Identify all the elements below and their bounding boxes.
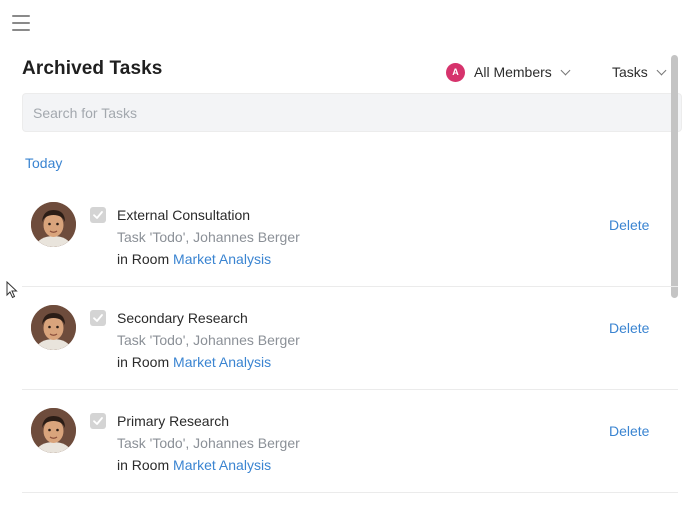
task-name: Primary Research	[117, 413, 230, 429]
task-checkbox[interactable]	[90, 413, 106, 429]
room-link[interactable]: Market Analysis	[173, 354, 271, 370]
type-filter-dropdown[interactable]: Tasks	[612, 62, 667, 82]
members-filter-label: All Members	[474, 64, 552, 80]
task-name: Secondary Research	[117, 310, 248, 326]
task-room: in Room Market Analysis	[117, 251, 271, 267]
room-link[interactable]: Market Analysis	[173, 251, 271, 267]
task-list: External Consultation Task 'Todo', Johan…	[22, 184, 678, 493]
task-name: External Consultation	[117, 207, 251, 223]
hamburger-icon[interactable]	[12, 15, 30, 31]
delete-button[interactable]: Delete	[609, 320, 649, 336]
members-filter-dropdown[interactable]: A All Members	[446, 62, 571, 82]
task-checkbox[interactable]	[90, 310, 106, 326]
task-meta: Task 'Todo', Johannes Berger	[117, 229, 300, 245]
task-room: in Room Market Analysis	[117, 354, 271, 370]
chevron-down-icon	[560, 65, 571, 75]
task-row: Secondary Research Task 'Todo', Johannes…	[22, 287, 678, 390]
page-title: Archived Tasks	[22, 58, 163, 79]
task-row: External Consultation Task 'Todo', Johan…	[22, 184, 678, 287]
room-link[interactable]: Market Analysis	[173, 457, 271, 473]
room-prefix: in Room	[117, 354, 170, 370]
avatar	[31, 202, 76, 247]
search-input[interactable]	[23, 94, 681, 131]
task-checkbox[interactable]	[90, 207, 106, 223]
task-meta: Task 'Todo', Johannes Berger	[117, 435, 300, 451]
avatar	[31, 305, 76, 350]
task-row: Primary Research Task 'Todo', Johannes B…	[22, 390, 678, 493]
task-meta: Task 'Todo', Johannes Berger	[117, 332, 300, 348]
room-prefix: in Room	[117, 457, 170, 473]
group-label-today: Today	[25, 155, 63, 171]
delete-button[interactable]: Delete	[609, 423, 649, 439]
avatar	[31, 408, 76, 453]
member-avatar: A	[446, 62, 465, 82]
type-filter-label: Tasks	[612, 64, 648, 80]
delete-button[interactable]: Delete	[609, 217, 649, 233]
room-prefix: in Room	[117, 251, 170, 267]
task-room: in Room Market Analysis	[117, 457, 271, 473]
archived-tasks-panel: Archived Tasks A All Members Tasks Today	[0, 0, 700, 513]
chevron-down-icon	[656, 65, 667, 75]
search-box	[22, 93, 682, 132]
mouse-cursor-icon	[6, 281, 18, 299]
